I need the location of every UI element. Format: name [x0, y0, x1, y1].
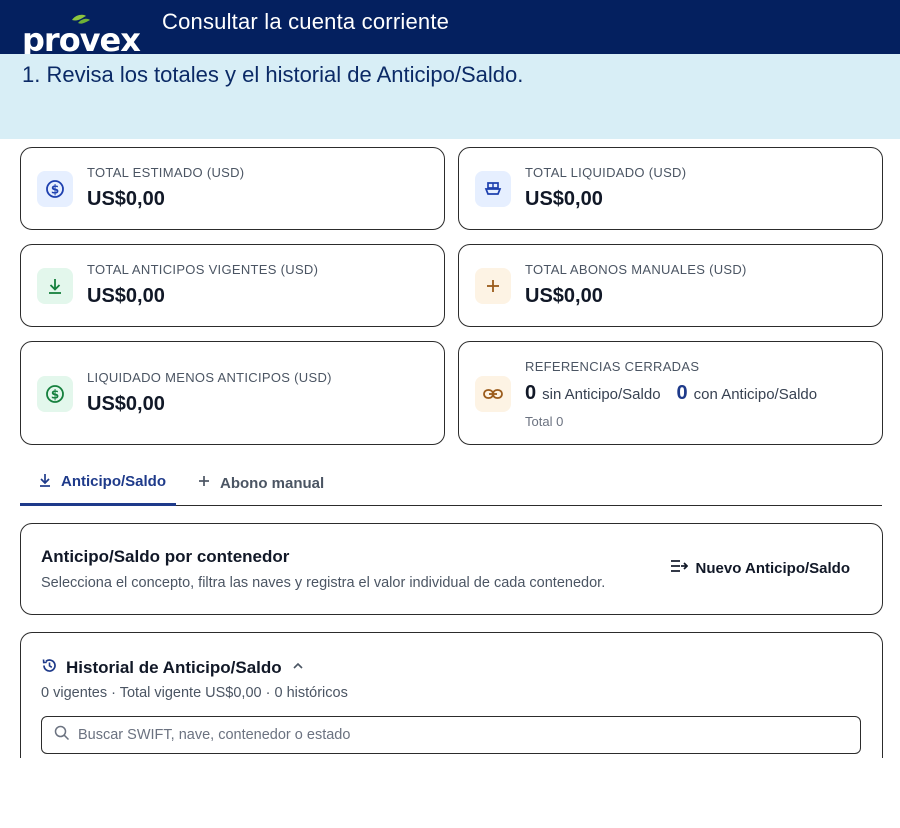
liquidado-menos-anticipos-card: $ LIQUIDADO MENOS ANTICIPOS (USD) US$0,0… [20, 341, 445, 445]
total-estimado-card: $ TOTAL ESTIMADO (USD) US$0,00 [20, 147, 445, 230]
svg-text:$: $ [51, 388, 59, 402]
plus-icon [475, 268, 511, 304]
link-icon [475, 376, 511, 412]
total-abonos-card: TOTAL ABONOS MANUALES (USD) US$0,00 [458, 244, 883, 327]
tab-bar: Anticipo/Saldo Abono manual [20, 460, 882, 506]
tab-abono-manual[interactable]: Abono manual [196, 460, 346, 506]
svg-text:$: $ [51, 183, 59, 197]
dollar-circle-icon: $ [37, 376, 73, 412]
top-bar: provex Consultar la cuenta corriente [0, 0, 900, 59]
card-label: TOTAL ESTIMADO (USD) [87, 165, 245, 180]
page-bottom-blank [0, 758, 900, 828]
search-icon [54, 725, 70, 746]
con-anticipo-label: con Anticipo/Saldo [693, 386, 818, 403]
tab-label: Abono manual [220, 474, 325, 492]
card-value: US$0,00 [87, 188, 165, 210]
card-label: TOTAL ANTICIPOS VIGENTES (USD) [87, 262, 319, 277]
referencias-cerradas-card: REFERENCIAS CERRADAS 0 sin Anticipo/Sald… [458, 341, 883, 445]
instruction-text: 1. Revisa los totales y el historial de … [22, 62, 524, 87]
dollar-circle-icon: $ [37, 171, 73, 207]
card-label: TOTAL ABONOS MANUALES (USD) [525, 262, 747, 277]
svg-text:provex: provex [22, 21, 141, 54]
search-input[interactable] [78, 727, 838, 743]
historial-title: Historial de Anticipo/Saldo [66, 658, 282, 677]
card-label: REFERENCIAS CERRADAS [525, 359, 700, 374]
card-value: US$0,00 [87, 285, 165, 307]
con-anticipo-count: 0 [676, 382, 688, 404]
search-box [41, 716, 861, 754]
history-icon [41, 657, 58, 679]
referencias-total: Total 0 [525, 414, 564, 429]
panel-subtitle: Selecciona el concepto, filtra las naves… [41, 575, 606, 591]
total-liquidado-card: TOTAL LIQUIDADO (USD) US$0,00 [458, 147, 883, 230]
historial-header[interactable]: Historial de Anticipo/Saldo [41, 657, 304, 679]
ship-icon [475, 171, 511, 207]
chevron-up-icon[interactable] [292, 659, 304, 677]
add-list-icon [670, 558, 696, 578]
plus-icon [196, 473, 220, 493]
total-anticipos-card: TOTAL ANTICIPOS VIGENTES (USD) US$0,00 [20, 244, 445, 327]
sin-anticipo-label: sin Anticipo/Saldo [542, 386, 661, 403]
provex-logo[interactable]: provex [22, 14, 152, 59]
download-icon [37, 268, 73, 304]
historial-summary: 0 vigentes · Total vigente US$0,00 · 0 h… [41, 685, 348, 701]
card-label: TOTAL LIQUIDADO (USD) [525, 165, 687, 180]
panel-title: Anticipo/Saldo por contenedor [41, 547, 290, 566]
sin-anticipo-count: 0 [525, 382, 537, 404]
instruction-banner: 1. Revisa los totales y el historial de … [0, 54, 900, 139]
nuevo-anticipo-button[interactable]: Nuevo Anticipo/Saldo [670, 558, 850, 578]
tab-anticipo-saldo[interactable]: Anticipo/Saldo [20, 460, 176, 506]
referencias-counts: 0 sin Anticipo/Saldo 0 con Anticipo/Sald… [525, 382, 833, 405]
card-label: LIQUIDADO MENOS ANTICIPOS (USD) [87, 370, 332, 385]
card-value: US$0,00 [525, 188, 603, 210]
button-label: Nuevo Anticipo/Saldo [695, 559, 850, 577]
page-title: Consultar la cuenta corriente [162, 9, 450, 34]
tab-label: Anticipo/Saldo [61, 473, 166, 490]
card-value: US$0,00 [525, 285, 603, 307]
card-value: US$0,00 [87, 393, 165, 415]
download-icon [37, 472, 61, 492]
anticipo-por-contenedor-panel: Anticipo/Saldo por contenedor Selecciona… [20, 523, 883, 615]
